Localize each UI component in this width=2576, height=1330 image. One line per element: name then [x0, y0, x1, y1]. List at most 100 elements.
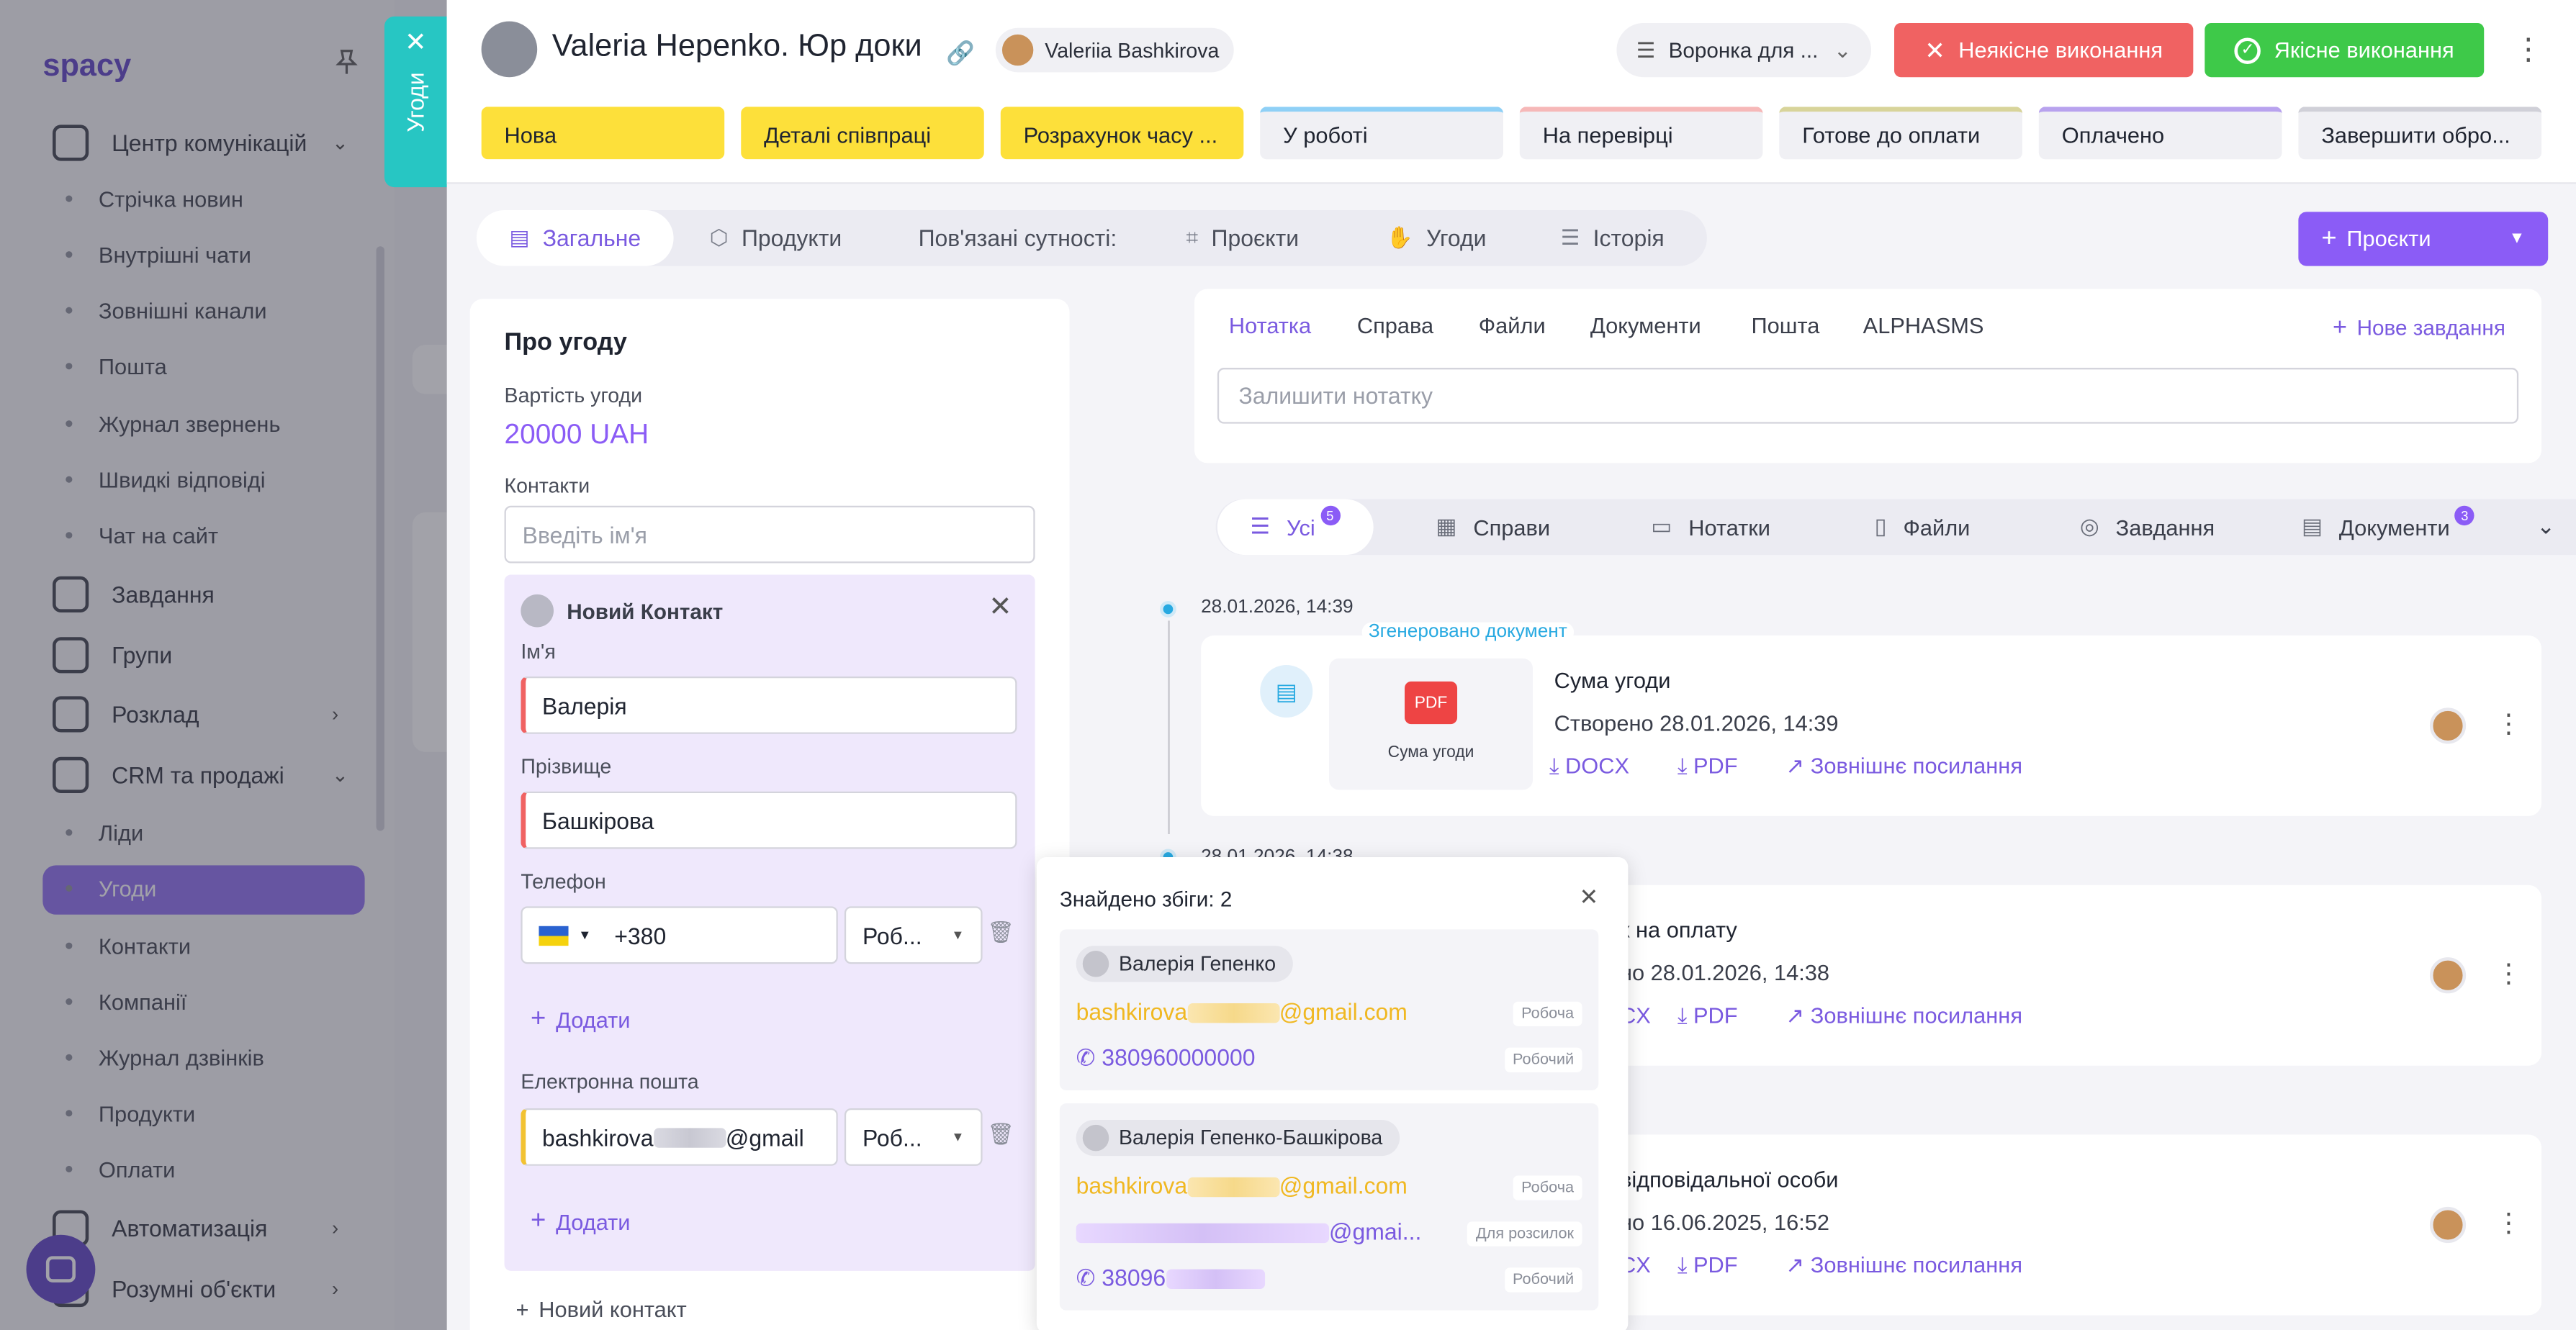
card-title: Про угоду: [504, 328, 627, 357]
match-card[interactable]: Валерія Гепенко bashkirova @gmail.com Роб…: [1059, 929, 1599, 1090]
plus-icon: +: [2332, 313, 2347, 342]
document-icon: ▤: [2301, 514, 2323, 539]
good-execution-button[interactable]: ✓ Якісне виконання: [2205, 22, 2485, 78]
funnel-select[interactable]: ☰ Воронка для ... ⌄: [1616, 22, 1872, 78]
file-icon: ▯: [1874, 514, 1887, 539]
timeline-date: 28.01.2026, 14:39: [1201, 597, 1354, 618]
download-pdf-link[interactable]: ⤓ PDF: [1677, 1253, 1738, 1280]
box-icon: ⬡: [709, 225, 729, 250]
owner-chip[interactable]: Valeriia Bashkirova: [995, 27, 1234, 73]
bad-execution-button[interactable]: ✕ Неякісне виконання: [1894, 22, 2194, 78]
filter-all[interactable]: ☰ Усі 5: [1217, 499, 1373, 556]
add-email-button[interactable]: + Додати: [531, 1207, 630, 1236]
note-input[interactable]: Залишити нотатку: [1217, 368, 2519, 424]
external-link-icon: ↗: [1785, 1003, 1811, 1028]
pipeline-stage[interactable]: Готове до оплати: [1779, 107, 2023, 160]
event-title: відповідальної особи: [1619, 1167, 1839, 1193]
check-circle-icon: ◎: [2079, 514, 2099, 539]
tab-deals[interactable]: ✋ Угоди: [1387, 210, 1487, 266]
contact-chip[interactable]: Валерія Гепенко: [1076, 946, 1292, 982]
filter-cases[interactable]: ▦ Справи: [1436, 499, 1550, 556]
more-menu-icon[interactable]: ⋮: [2495, 1207, 2522, 1240]
note-tab[interactable]: ALPHASMS: [1863, 314, 1984, 338]
download-icon: ⤓: [1677, 1252, 1693, 1278]
contact-chip[interactable]: Валерія Гепенко-Башкірова: [1076, 1119, 1400, 1157]
external-link[interactable]: ↗ Зовнішнє посилання: [1785, 754, 2022, 780]
count-badge: 5: [1320, 505, 1340, 526]
pipeline-stage[interactable]: Розрахунок часу ...: [1000, 107, 1244, 160]
filter-documents[interactable]: ▤ Документи 3: [2301, 499, 2475, 556]
close-icon[interactable]: ✕: [405, 27, 427, 60]
external-link[interactable]: ↗ Зовнішнє посилання: [1785, 1003, 2022, 1030]
external-link-icon: ↗: [1785, 1252, 1811, 1278]
tab-general[interactable]: ▤ Загальне: [476, 210, 674, 266]
pipeline-stage[interactable]: Оплачено: [2038, 107, 2282, 160]
email-type-tag: Для розсилок: [1467, 1221, 1582, 1247]
projects-icon: ⌗: [1186, 225, 1199, 250]
match-phone: ✆ 38096: [1076, 1265, 1265, 1293]
close-icon[interactable]: ✕: [988, 591, 1012, 624]
download-pdf-link[interactable]: ⤓ PDF: [1677, 754, 1738, 780]
pipeline-stage[interactable]: Завершити обро...: [2298, 107, 2542, 160]
note-card: Нотатка Справа Файли Документи Пошта ALPHASMS…: [1194, 289, 2542, 463]
pipeline-stage[interactable]: У роботі: [1260, 107, 1503, 160]
filter-notes[interactable]: ▭ Нотатки: [1651, 499, 1770, 556]
email-label: Електронна пошта: [521, 1070, 699, 1094]
email-type-tag: Робоча: [1513, 1001, 1582, 1026]
trash-icon[interactable]: 🗑: [987, 1121, 1014, 1148]
note-tab[interactable]: Справа: [1357, 314, 1433, 338]
ukraine-flag-icon[interactable]: [539, 925, 569, 946]
pipeline-stage[interactable]: Нова: [481, 107, 725, 160]
calendar-icon: ▦: [1436, 514, 1457, 539]
note-tab[interactable]: Пошта: [1752, 314, 1820, 338]
more-menu-icon[interactable]: ⋮: [2495, 957, 2522, 990]
tab-history[interactable]: ☰ Історія: [1561, 210, 1665, 266]
note-tab[interactable]: Нотатка: [1229, 314, 1311, 338]
document-icon: ▤: [1260, 665, 1313, 718]
phone-type-select[interactable]: Роб... ▼: [844, 906, 983, 964]
external-link[interactable]: ↗ Зовнішнє посилання: [1785, 1253, 2022, 1280]
chevron-down-icon[interactable]: ⌄: [2536, 499, 2555, 556]
avatar: [2429, 1206, 2467, 1244]
more-menu-icon[interactable]: ⋮: [2495, 707, 2522, 741]
match-card[interactable]: Валерія Гепенко-Башкірова bashkirova @gma…: [1059, 1103, 1599, 1311]
timeline-event: ▤ Згенеровано документ PDF Сума угоди Сум…: [1201, 622, 2542, 816]
new-task-button[interactable]: + Нове завдання: [2333, 314, 2505, 342]
price-label: Вартість угоди: [504, 384, 643, 407]
email-type-select[interactable]: Роб... ▼: [844, 1108, 983, 1166]
download-pdf-link[interactable]: ⤓ PDF: [1677, 1003, 1738, 1030]
tab-products[interactable]: ⬡ Продукти: [710, 210, 842, 266]
close-icon[interactable]: ✕: [1580, 883, 1599, 911]
check-circle-icon: ✓: [2234, 37, 2261, 63]
deals-side-tab[interactable]: ✕ Угоди: [384, 16, 447, 188]
more-menu-icon[interactable]: ⋮: [2513, 33, 2543, 68]
new-contact-button[interactable]: + Новий контакт: [516, 1297, 687, 1321]
new-contact-header: Новий Контакт: [521, 594, 723, 628]
trash-icon[interactable]: 🗑: [987, 920, 1014, 946]
surname-label: Прізвище: [521, 755, 612, 779]
link-icon[interactable]: 🔗: [946, 40, 975, 68]
download-docx-link[interactable]: ⤓ DOCX: [1549, 754, 1629, 780]
phone-type-tag: Робочий: [1504, 1267, 1582, 1293]
pdf-preview[interactable]: PDF Сума угоди: [1329, 658, 1534, 790]
pdf-icon: PDF: [1405, 681, 1458, 725]
projects-button[interactable]: + Проєкти ▼: [2298, 212, 2549, 266]
phone-input[interactable]: ▼ +380: [521, 906, 838, 964]
list-icon: ☰: [1250, 514, 1271, 539]
surname-input[interactable]: Башкірова: [521, 791, 1017, 849]
note-tab[interactable]: Файли: [1479, 314, 1546, 338]
first-name-input[interactable]: Валерія: [521, 676, 1017, 734]
tab-projects[interactable]: ⌗ Проєкти: [1186, 210, 1300, 266]
about-deal-card: Про угоду Вартість угоди 20000 UAH Конта…: [469, 299, 1070, 1330]
note-tab[interactable]: Документи: [1590, 314, 1701, 338]
caret-down-icon[interactable]: ▼: [2509, 230, 2526, 248]
add-phone-button[interactable]: + Додати: [531, 1005, 630, 1034]
email-input[interactable]: bashkirova @gmail: [521, 1108, 838, 1166]
contacts-search-input[interactable]: Введіть ім'я: [504, 505, 1035, 564]
pipeline-stage[interactable]: На перевірці: [1519, 107, 1763, 160]
filter-tasks[interactable]: ◎ Завдання: [2080, 499, 2215, 556]
filter-files[interactable]: ▯ Файли: [1875, 499, 1971, 556]
plus-icon: +: [531, 1206, 546, 1235]
caret-down-icon: ▼: [951, 928, 965, 943]
pipeline-stage[interactable]: Деталі співпраці: [741, 107, 984, 160]
